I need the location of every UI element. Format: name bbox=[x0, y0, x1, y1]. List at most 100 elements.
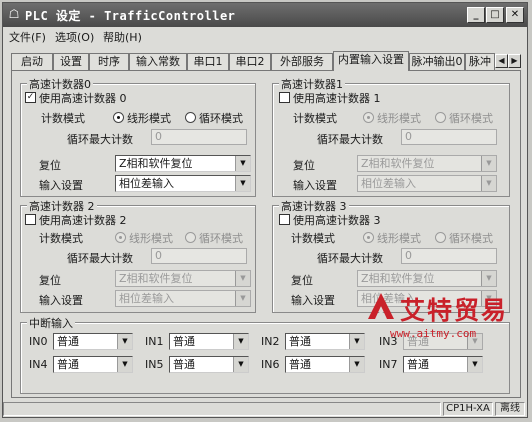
tab-pulse[interactable]: 脉冲 bbox=[465, 53, 495, 70]
menu-file[interactable]: 文件(F) bbox=[9, 29, 46, 45]
tab-external-service[interactable]: 外部服务 bbox=[271, 53, 333, 70]
interrupt-in1-select[interactable]: 普通 ▼ bbox=[169, 333, 249, 350]
counter-2-reset-select[interactable]: Z相和软件复位 ▼ bbox=[115, 270, 251, 287]
counter-0-loop-radio[interactable] bbox=[185, 112, 196, 123]
tab-settings[interactable]: 设置 bbox=[53, 53, 89, 70]
counter-2-loop-radio[interactable] bbox=[185, 232, 196, 243]
counter-1-linear-radio[interactable] bbox=[363, 112, 374, 123]
watermark-logo-icon bbox=[368, 293, 394, 319]
close-button[interactable]: ✕ bbox=[506, 7, 524, 23]
tab-input-constants[interactable]: 输入常数 bbox=[129, 53, 187, 70]
counter-1-max-label: 循环最大计数 bbox=[317, 133, 383, 146]
counter-2-enable-checkbox[interactable] bbox=[25, 214, 36, 225]
interrupt-in1-label: IN1 bbox=[145, 335, 164, 348]
interrupt-in0-select[interactable]: 普通 ▼ bbox=[53, 333, 133, 350]
counter-2-input-label: 输入设置 bbox=[39, 294, 83, 307]
tab-pulse-output-0[interactable]: 脉冲输出0 bbox=[409, 53, 465, 70]
plc-icon: ☖ bbox=[8, 7, 20, 21]
tab-scroll-left-icon[interactable]: ◀ bbox=[495, 54, 508, 68]
chevron-down-icon: ▼ bbox=[481, 156, 496, 171]
tab-serial-1[interactable]: 串口1 bbox=[187, 53, 229, 70]
counter-1-linear-label: 线形模式 bbox=[377, 112, 421, 125]
interrupt-in5-select[interactable]: 普通 ▼ bbox=[169, 356, 249, 373]
counter-1-reset-label: 复位 bbox=[293, 159, 315, 172]
counter-3-mode-label: 计数模式 bbox=[291, 232, 335, 245]
interrupt-in1-value: 普通 bbox=[173, 335, 195, 348]
tab-serial-2[interactable]: 串口2 bbox=[229, 53, 271, 70]
counter-1-input-value: 相位差输入 bbox=[361, 177, 416, 190]
menu-options[interactable]: 选项(O) bbox=[55, 29, 94, 45]
counter-0-max-input[interactable]: 0 bbox=[151, 129, 247, 145]
counter-1-loop-label: 循环模式 bbox=[449, 112, 493, 125]
counter-3-max-label: 循环最大计数 bbox=[317, 252, 383, 265]
watermark-url-text: www.aitmy.com bbox=[390, 327, 477, 340]
window-title: PLC 设定 - TrafficController bbox=[25, 9, 236, 23]
interrupt-in7-select[interactable]: 普通 ▼ bbox=[403, 356, 483, 373]
counter-0-enable-label: 使用高速计数器 0 bbox=[39, 92, 127, 105]
counter-1-loop-radio[interactable] bbox=[435, 112, 446, 123]
interrupt-in2-value: 普通 bbox=[289, 335, 311, 348]
tab-timing[interactable]: 时序 bbox=[89, 53, 129, 70]
counter-2-reset-value: Z相和软件复位 bbox=[119, 272, 193, 285]
title-bar[interactable]: ☖ PLC 设定 - TrafficController _ □ ✕ bbox=[3, 3, 527, 27]
counter-2-group: 高速计数器 2 使用高速计数器 2 计数模式 线形模式 循环模式 循环最大计数 … bbox=[20, 198, 256, 313]
counter-3-loop-radio[interactable] bbox=[435, 232, 446, 243]
chevron-down-icon: ▼ bbox=[233, 334, 248, 349]
tab-builtin-input-settings[interactable]: 内置输入设置 bbox=[333, 51, 409, 71]
counter-0-reset-label: 复位 bbox=[39, 159, 61, 172]
counter-0-linear-radio[interactable] bbox=[113, 112, 124, 123]
counter-3-loop-label: 循环模式 bbox=[449, 232, 493, 245]
counter-0-mode-label: 计数模式 bbox=[41, 112, 85, 125]
chevron-down-icon: ▼ bbox=[481, 176, 496, 191]
interrupt-in5-label: IN5 bbox=[145, 358, 164, 371]
maximize-button[interactable]: □ bbox=[486, 7, 504, 23]
counter-1-input-select[interactable]: 相位差输入 ▼ bbox=[357, 175, 497, 192]
menu-help[interactable]: 帮助(H) bbox=[103, 29, 142, 45]
chevron-down-icon: ▼ bbox=[117, 357, 132, 372]
counter-1-reset-value: Z相和软件复位 bbox=[361, 157, 435, 170]
counter-2-input-select[interactable]: 相位差输入 ▼ bbox=[115, 290, 251, 307]
watermark: 艾特贸易 www.aitmy.com bbox=[364, 289, 524, 345]
tab-startup[interactable]: 启动 bbox=[11, 53, 53, 70]
counter-1-enable-checkbox[interactable] bbox=[279, 92, 290, 103]
counter-2-linear-radio[interactable] bbox=[115, 232, 126, 243]
interrupt-in4-value: 普通 bbox=[57, 358, 79, 371]
minimize-button[interactable]: _ bbox=[467, 7, 485, 23]
counter-3-reset-select[interactable]: Z相和软件复位 ▼ bbox=[357, 270, 497, 287]
interrupt-in2-label: IN2 bbox=[261, 335, 280, 348]
counter-3-enable-label: 使用高速计数器 3 bbox=[293, 214, 381, 227]
counter-3-linear-radio[interactable] bbox=[363, 232, 374, 243]
plc-settings-window: ☖ PLC 设定 - TrafficController _ □ ✕ 文件(F)… bbox=[2, 2, 528, 418]
counter-1-max-input[interactable]: 0 bbox=[401, 129, 497, 145]
counter-0-input-select[interactable]: 相位差输入 ▼ bbox=[115, 175, 251, 192]
status-message-cell bbox=[3, 402, 441, 416]
counter-1-reset-select[interactable]: Z相和软件复位 ▼ bbox=[357, 155, 497, 172]
interrupt-in0-label: IN0 bbox=[29, 335, 48, 348]
chevron-down-icon: ▼ bbox=[235, 176, 250, 191]
counter-2-input-value: 相位差输入 bbox=[119, 292, 174, 305]
counter-2-loop-label: 循环模式 bbox=[199, 232, 243, 245]
counter-3-reset-label: 复位 bbox=[291, 274, 313, 287]
interrupt-in4-label: IN4 bbox=[29, 358, 48, 371]
counter-3-input-label: 输入设置 bbox=[291, 294, 335, 307]
chevron-down-icon: ▼ bbox=[235, 156, 250, 171]
counter-0-reset-select[interactable]: Z相和软件复位 ▼ bbox=[115, 155, 251, 172]
counter-0-linear-label: 线形模式 bbox=[127, 112, 171, 125]
tab-scroll-right-icon[interactable]: ▶ bbox=[508, 54, 521, 68]
interrupt-in4-select[interactable]: 普通 ▼ bbox=[53, 356, 133, 373]
counter-2-max-label: 循环最大计数 bbox=[67, 252, 133, 265]
menu-bar: 文件(F) 选项(O) 帮助(H) bbox=[3, 27, 527, 45]
watermark-cn-text: 艾特贸易 bbox=[400, 296, 509, 325]
chevron-down-icon: ▼ bbox=[235, 271, 250, 286]
interrupt-in6-select[interactable]: 普通 ▼ bbox=[285, 356, 365, 373]
counter-3-max-input[interactable]: 0 bbox=[401, 248, 497, 264]
counter-0-reset-value: Z相和软件复位 bbox=[119, 157, 193, 170]
counter-0-input-value: 相位差输入 bbox=[119, 177, 174, 190]
counter-3-enable-checkbox[interactable] bbox=[279, 214, 290, 225]
builtin-input-panel: 高速计数器0 ✓ 使用高速计数器 0 计数模式 线形模式 循环模式 循环最大计数… bbox=[11, 70, 521, 398]
interrupt-in2-select[interactable]: 普通 ▼ bbox=[285, 333, 365, 350]
interrupt-in5-value: 普通 bbox=[173, 358, 195, 371]
counter-2-max-input[interactable]: 0 bbox=[151, 248, 247, 264]
interrupt-in0-value: 普通 bbox=[57, 335, 79, 348]
counter-0-enable-checkbox[interactable]: ✓ bbox=[25, 92, 36, 103]
